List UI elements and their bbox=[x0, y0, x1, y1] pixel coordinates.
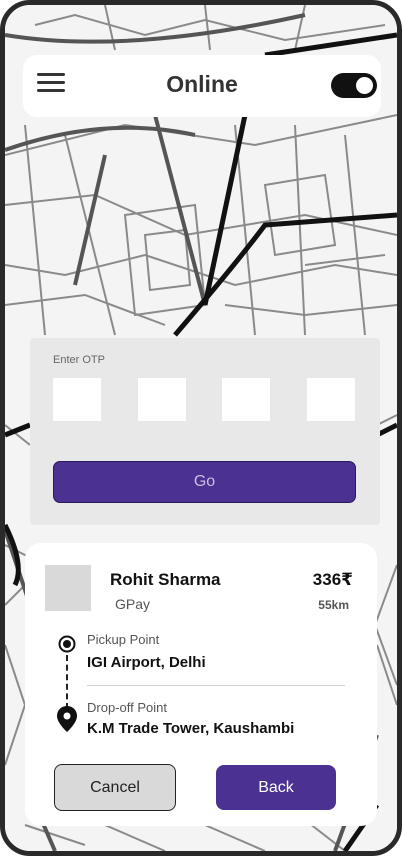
divider bbox=[87, 685, 345, 686]
pickup-point-icon bbox=[58, 635, 76, 653]
ride-details-card: Rohit Sharma GPay 336₹ 55km Pickup Point… bbox=[25, 543, 377, 826]
otp-panel: Enter OTP Go bbox=[30, 338, 380, 525]
toggle-knob bbox=[356, 77, 373, 94]
map-pin-icon bbox=[57, 706, 77, 732]
phone-frame: Online Enter OTP Go Rohit Sharma GPay 33… bbox=[0, 0, 402, 856]
go-button[interactable]: Go bbox=[53, 461, 356, 503]
payment-method: GPay bbox=[115, 596, 151, 612]
otp-digit-1[interactable] bbox=[53, 378, 101, 421]
rider-name: Rohit Sharma bbox=[110, 570, 221, 589]
otp-label: Enter OTP bbox=[53, 354, 105, 366]
route-line bbox=[66, 655, 68, 709]
otp-digit-3[interactable] bbox=[222, 378, 270, 421]
fare-amount: 336₹ bbox=[312, 570, 353, 589]
pickup-label: Pickup Point bbox=[87, 632, 160, 647]
otp-digit-2[interactable] bbox=[138, 378, 186, 421]
trip-distance: 55km bbox=[318, 598, 349, 612]
otp-digit-4[interactable] bbox=[307, 378, 355, 421]
online-toggle[interactable] bbox=[331, 73, 377, 98]
status-title: Online bbox=[166, 71, 238, 97]
dropoff-label: Drop-off Point bbox=[87, 700, 167, 715]
cancel-button[interactable]: Cancel bbox=[54, 764, 176, 811]
pickup-address: IGI Airport, Delhi bbox=[87, 654, 206, 671]
back-button[interactable]: Back bbox=[216, 765, 336, 810]
top-bar: Online bbox=[23, 55, 381, 117]
dropoff-address: K.M Trade Tower, Kaushambi bbox=[87, 720, 295, 737]
avatar bbox=[45, 565, 91, 611]
